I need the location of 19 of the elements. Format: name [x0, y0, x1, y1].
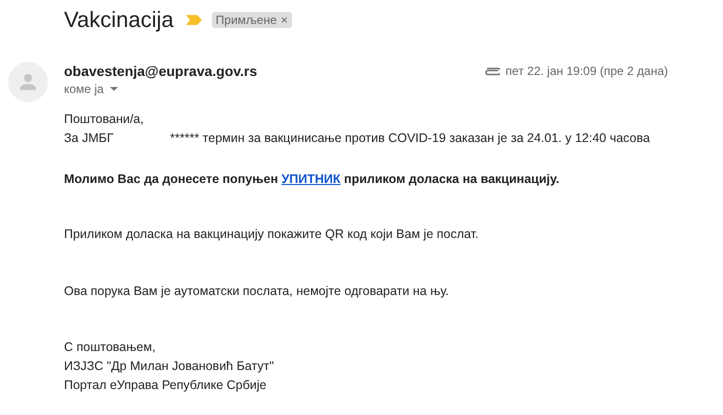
- sender-email: obavestenja@euprava.gov.rs: [64, 62, 258, 80]
- avatar-icon: [8, 62, 48, 102]
- remove-label-button[interactable]: ×: [280, 13, 288, 27]
- caret-icon: [110, 87, 118, 91]
- importance-marker-icon[interactable]: [186, 15, 202, 25]
- body-text: ****** термин за вакцинисање против COVID-19 заказан је за 24.01. у 12:40 часова: [170, 131, 650, 145]
- body-text: Ова порука Вам је аутоматски послата, немојте одговарати на њу.: [64, 284, 449, 298]
- email-date: пет 22. јан 19:09 (пре 2 дана): [506, 64, 668, 78]
- body-text: С поштовањем,: [64, 340, 156, 354]
- body-text: Приликом доласка на вакцинацију покажите QR код који Вам је послат.: [64, 227, 478, 241]
- label-text: Примљене: [216, 13, 277, 27]
- body-text: Портал еУправа Републике Србије: [64, 378, 267, 392]
- email-subject: Vakcinacija: [64, 7, 174, 33]
- body-text: Поштовани/а,: [64, 112, 144, 126]
- body-text: За ЈМБГ: [64, 130, 115, 147]
- body-text: ИЗЈЗС "Др Милан Јовановић Батут": [64, 359, 274, 373]
- questionnaire-link[interactable]: УПИТНИК: [282, 172, 341, 186]
- recipient-dropdown[interactable]: коме ја: [64, 82, 118, 96]
- body-text: Молимо Вас да донесете попуњен УПИТНИК приликом доласка на вакцинацију.: [64, 171, 560, 188]
